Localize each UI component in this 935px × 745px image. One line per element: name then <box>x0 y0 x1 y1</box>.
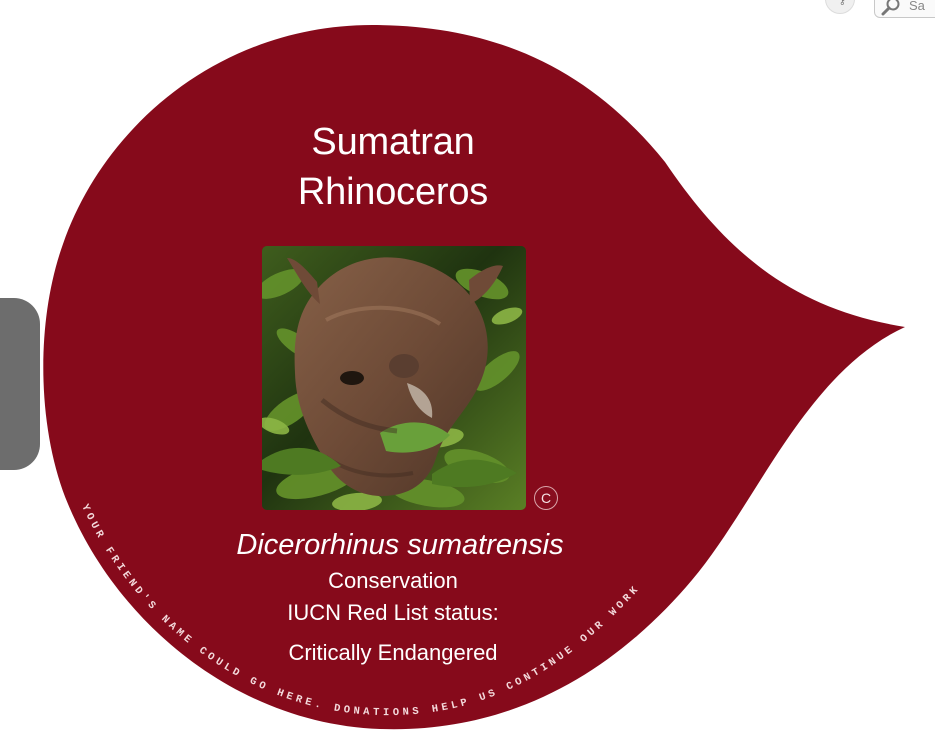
page-stage: ⚷ Sumatran Rhinoceros <box>0 0 935 745</box>
rhino-photo <box>262 246 526 510</box>
conservation-status: Critically Endangered <box>288 640 498 665</box>
species-title-line-1: Sumatran <box>311 121 475 163</box>
species-title-line-2: Rhinoceros <box>297 171 489 213</box>
conservation-label: Conservation <box>328 568 458 593</box>
iucn-red-list-label: IUCN Red List status: <box>287 600 499 625</box>
species-title: Sumatran Rhinoceros <box>243 117 543 217</box>
scientific-name: Dicerorhinus sumatrensis <box>236 529 564 561</box>
copyright-icon[interactable]: C <box>534 486 558 510</box>
